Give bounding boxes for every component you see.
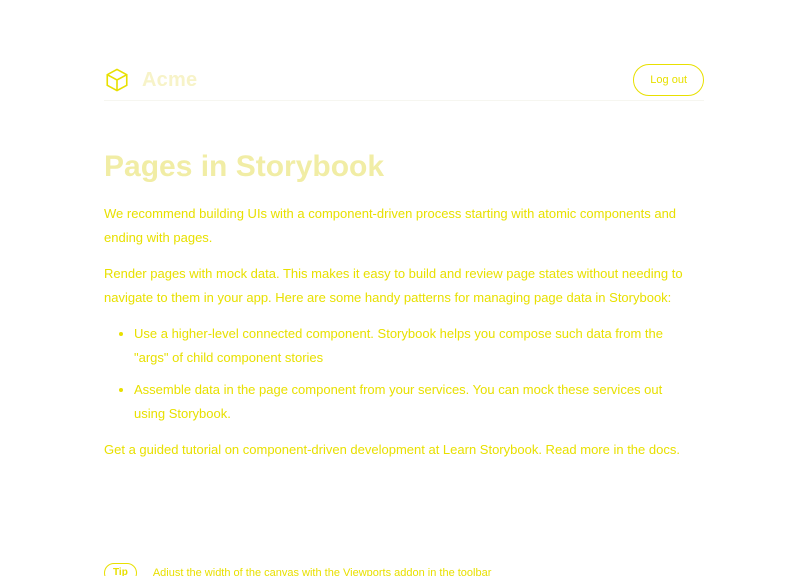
page-title: Pages in Storybook: [104, 150, 385, 183]
brand: Acme: [104, 67, 197, 93]
tip-row: Tip Adjust the width of the canvas with …: [104, 563, 491, 576]
cube-logo-icon: [104, 67, 130, 93]
page: Acme Log out Pages in Storybook We recom…: [0, 0, 807, 576]
header: Acme Log out: [104, 60, 704, 101]
intro-paragraph: We recommend building UIs with a compone…: [104, 206, 677, 245]
tip-badge: Tip: [104, 563, 137, 576]
list-item: Assemble data in the page component from…: [134, 378, 694, 426]
tip-text: Adjust the width of the canvas with the …: [152, 567, 492, 576]
main-content: Pages in Storybook We recommend building…: [104, 150, 704, 474]
mock-data-paragraph: Render pages with mock data. This makes …: [104, 266, 683, 305]
list-item: Use a higher-level connected component. …: [134, 322, 694, 370]
tutorial-paragraph: Get a guided tutorial on component-drive…: [104, 438, 694, 462]
patterns-list: Use a higher-level connected component. …: [104, 322, 704, 426]
log-out-button[interactable]: Log out: [633, 64, 704, 96]
brand-name: Acme: [142, 68, 198, 91]
learn-storybook-link[interactable]: Get a guided tutorial on component-drive…: [104, 442, 680, 457]
